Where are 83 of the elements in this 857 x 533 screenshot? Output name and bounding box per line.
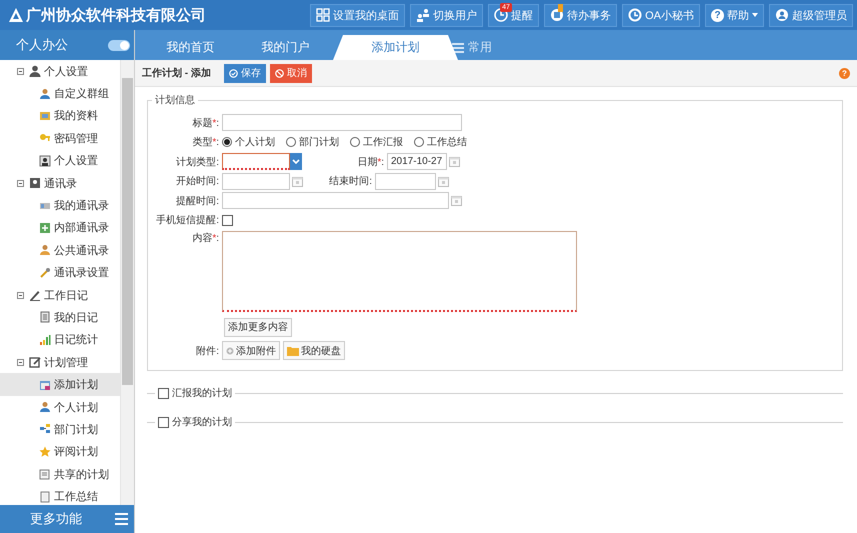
hierarchy-icon (39, 423, 51, 436)
clock-icon (628, 8, 642, 22)
collapse-icon[interactable] (17, 180, 24, 187)
radio-option[interactable]: 工作总结 (414, 135, 467, 149)
add-more-button[interactable]: 添加更多内容 (224, 318, 292, 336)
collapse-icon[interactable] (17, 358, 24, 366)
input-field[interactable] (222, 153, 290, 170)
logo-icon (8, 7, 24, 23)
field-label: 标题*: (191, 116, 220, 130)
star-icon (39, 446, 51, 458)
field-label: 内容*: (191, 232, 220, 244)
ban-icon (274, 68, 284, 78)
document-icon (39, 490, 51, 503)
header-button[interactable]: 超级管理员 (769, 4, 853, 26)
sidebar-title: 个人办公 (16, 36, 68, 54)
person-icon (39, 401, 51, 414)
field-label: 类型*: (191, 136, 220, 149)
document-icon (39, 468, 51, 480)
input-field[interactable] (222, 114, 462, 131)
toggle-switch[interactable] (108, 40, 130, 50)
folder-icon (287, 346, 299, 356)
field-label: 计划类型: (175, 156, 220, 168)
page-title: 工作计划 - 添加 (142, 66, 211, 80)
field-label: 提醒时间: (175, 194, 220, 208)
check-circle-icon (228, 68, 238, 78)
portrait-icon (39, 154, 51, 167)
collapse-icon[interactable] (17, 68, 24, 75)
header-button[interactable]: 设置我的桌面 (310, 4, 406, 26)
chevron-down-icon (292, 158, 300, 164)
document-icon (39, 311, 51, 324)
plus-circle-icon (226, 346, 234, 354)
sidebar-item[interactable]: 添加计划 (0, 373, 120, 396)
menu-icon[interactable] (452, 40, 464, 54)
menu-icon[interactable] (115, 513, 128, 525)
bar-chart-icon (39, 334, 51, 346)
field-label: 手机短信提醒: (155, 214, 220, 227)
radio-option[interactable]: 个人计划 (222, 135, 275, 149)
cancel-button[interactable]: 取消 (270, 64, 312, 82)
checkbox[interactable] (158, 416, 169, 428)
tab[interactable]: 添加计划 (333, 35, 458, 60)
field-label: 开始时间: (175, 174, 220, 188)
dropdown-button[interactable] (290, 153, 302, 170)
person-icon (39, 88, 51, 100)
user-icon (775, 8, 789, 22)
field-label: 结束时间: (328, 174, 373, 188)
section-title: 分享我的计划 (172, 416, 232, 429)
tree-group-label[interactable]: 个人设置 (44, 64, 88, 79)
radio-option[interactable]: 部门计划 (286, 135, 339, 149)
users-icon (416, 8, 430, 22)
tree-group-label[interactable]: 计划管理 (44, 354, 88, 370)
input-field[interactable] (375, 172, 436, 190)
field-label: 附件: (195, 344, 220, 358)
checkbox[interactable] (222, 214, 233, 226)
disk-button[interactable]: 我的硬盘 (283, 341, 345, 360)
tree-group-label[interactable]: 通讯录 (44, 176, 77, 191)
company-logo-text: 广州协众软件科技有限公司 (26, 6, 206, 24)
window-icon (39, 378, 51, 391)
fieldset-legend: 计划信息 (152, 93, 198, 107)
add-attachment-button[interactable]: 添加附件 (222, 341, 280, 360)
content-textarea[interactable] (222, 230, 577, 312)
pencil-icon (29, 289, 41, 302)
person-icon (39, 244, 51, 256)
input-field[interactable]: 2017-10-27 (387, 153, 447, 170)
person-icon (29, 65, 41, 78)
checkbox[interactable] (158, 388, 169, 398)
save-button[interactable]: 保存 (224, 64, 266, 82)
collapse-icon[interactable] (17, 292, 24, 299)
edit-icon (29, 356, 41, 368)
header-button[interactable]: ? 帮助 (705, 4, 764, 26)
input-field[interactable] (222, 192, 449, 209)
input-field[interactable] (222, 172, 290, 190)
tree-group-label[interactable]: 工作日记 (44, 288, 88, 303)
header-button[interactable]: 待办事务 (544, 4, 618, 26)
header-button[interactable]: OA小秘书 (622, 4, 700, 26)
contact-card-icon (29, 177, 41, 190)
header-button[interactable]: 切换用户 (410, 4, 484, 26)
scrollbar[interactable] (120, 60, 134, 505)
card-icon (39, 110, 51, 122)
grid-icon (316, 8, 330, 22)
section-title: 汇报我的计划 (172, 386, 232, 400)
field-label: 日期*: (356, 156, 385, 168)
help-icon: ? (711, 8, 724, 22)
radio-option[interactable]: 工作汇报 (350, 135, 403, 149)
